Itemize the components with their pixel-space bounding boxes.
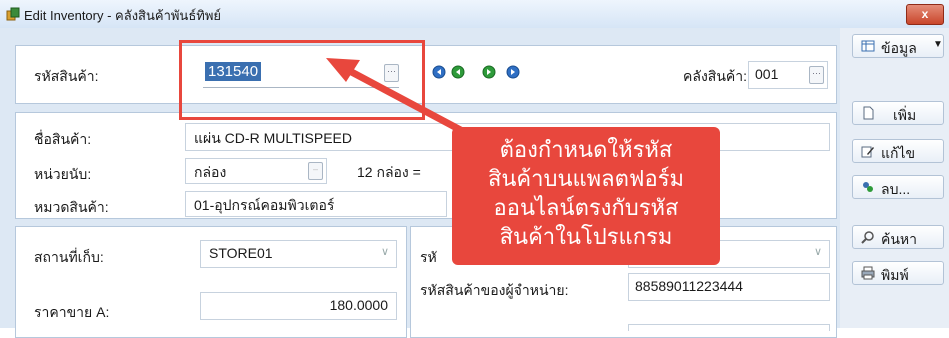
delete-icon bbox=[863, 182, 873, 192]
unit-value: กล่อง bbox=[194, 164, 227, 180]
unit-lookup-button[interactable]: – bbox=[308, 162, 323, 180]
location-select[interactable]: STORE01 ∨ bbox=[200, 240, 397, 268]
price-a-label: ราคาขาย A: bbox=[34, 304, 110, 320]
annotation-line-4: สินค้าในโปรแกรม bbox=[499, 224, 673, 249]
warehouse-value: 001 bbox=[755, 66, 779, 82]
warehouse-lookup-button[interactable]: ··· bbox=[809, 66, 824, 84]
price-a-input[interactable]: 180.0000 bbox=[200, 292, 397, 320]
chevron-down-icon[interactable]: ∨ bbox=[381, 245, 389, 258]
annotation-line-1: ต้องกำหนดให้รหัส bbox=[499, 137, 673, 162]
product-name-value: แผ่น CD-R MULTISPEED bbox=[194, 130, 352, 146]
add-button[interactable]: เพิ่ม bbox=[852, 101, 944, 125]
annotation-line-2: สินค้าบนแพลตฟอร์ม bbox=[487, 166, 685, 191]
print-label: พิมพ์ bbox=[881, 267, 909, 283]
prev-record-icon[interactable] bbox=[451, 65, 465, 79]
close-button[interactable]: x bbox=[906, 4, 944, 25]
supplier-code-value: 88589011223444 bbox=[635, 278, 743, 294]
supplier-code-input[interactable]: 88589011223444 bbox=[628, 273, 830, 301]
supplier-code-label: รหัสสินค้าของผู้จำหน่าย: bbox=[420, 282, 569, 298]
search-label: ค้นหา bbox=[881, 231, 918, 247]
unit-label: หน่วยนับ: bbox=[34, 166, 92, 182]
warehouse-label: คลังสินค้า: bbox=[683, 68, 748, 84]
unit-conversion-text: 12 กล่อง = bbox=[357, 164, 421, 180]
unit-input[interactable]: กล่อง – bbox=[185, 158, 327, 184]
category-input[interactable]: 01-อุปกรณ์คอมพิวเตอร์ bbox=[185, 191, 447, 217]
location-label: สถานที่เก็บ: bbox=[34, 249, 104, 265]
annotation-line-3: ออนไลน์ตรงกับรหัส bbox=[493, 195, 679, 220]
chevron-down-icon: ▼ bbox=[933, 39, 943, 50]
last-record-icon[interactable] bbox=[506, 65, 520, 79]
highlight-box bbox=[179, 40, 425, 120]
data-menu-button[interactable]: ข้อมูล ▼ bbox=[852, 34, 944, 58]
next-record-icon[interactable] bbox=[482, 65, 496, 79]
price-a-value: 180.0000 bbox=[329, 297, 388, 313]
edit-button[interactable]: แก้ไข bbox=[852, 139, 944, 163]
delete-button[interactable]: ลบ... bbox=[852, 175, 944, 199]
category-value: 01-อุปกรณ์คอมพิวเตอร์ bbox=[194, 197, 335, 213]
app-icon bbox=[6, 7, 20, 21]
print-button[interactable]: พิมพ์ bbox=[852, 261, 944, 285]
delete-label: ลบ... bbox=[881, 181, 911, 197]
window-title: Edit Inventory - คลังสินค้าพันธ์ทิพย์ bbox=[24, 8, 222, 23]
data-menu-label: ข้อมูล bbox=[881, 40, 917, 56]
search-magnifier-icon bbox=[861, 231, 874, 244]
add-label: เพิ่ม bbox=[893, 107, 917, 123]
printer-icon bbox=[861, 266, 875, 280]
annotation-callout: ต้องกำหนดให้รหัส สินค้าบนแพลตฟอร์ม ออนไล… bbox=[452, 127, 720, 265]
chevron-down-icon[interactable]: ∨ bbox=[814, 245, 822, 258]
data-table-icon bbox=[861, 40, 875, 52]
location-value: STORE01 bbox=[209, 245, 273, 261]
edit-label: แก้ไข bbox=[881, 145, 916, 161]
product-name-label: ชื่อสินค้า: bbox=[34, 131, 92, 147]
title-bar: Edit Inventory - คลังสินค้าพันธ์ทิพย์ x bbox=[0, 0, 949, 29]
first-record-icon[interactable] bbox=[432, 65, 446, 79]
warehouse-input[interactable]: 001 ··· bbox=[748, 61, 828, 89]
category-label: หมวดสินค้า: bbox=[34, 199, 109, 215]
search-button[interactable]: ค้นหา bbox=[852, 225, 944, 249]
product-code-label: รหัสสินค้า: bbox=[34, 68, 99, 84]
new-document-icon bbox=[863, 106, 874, 120]
edit-pencil-icon bbox=[861, 146, 874, 158]
right-field-label-partial: รหั bbox=[420, 249, 437, 265]
